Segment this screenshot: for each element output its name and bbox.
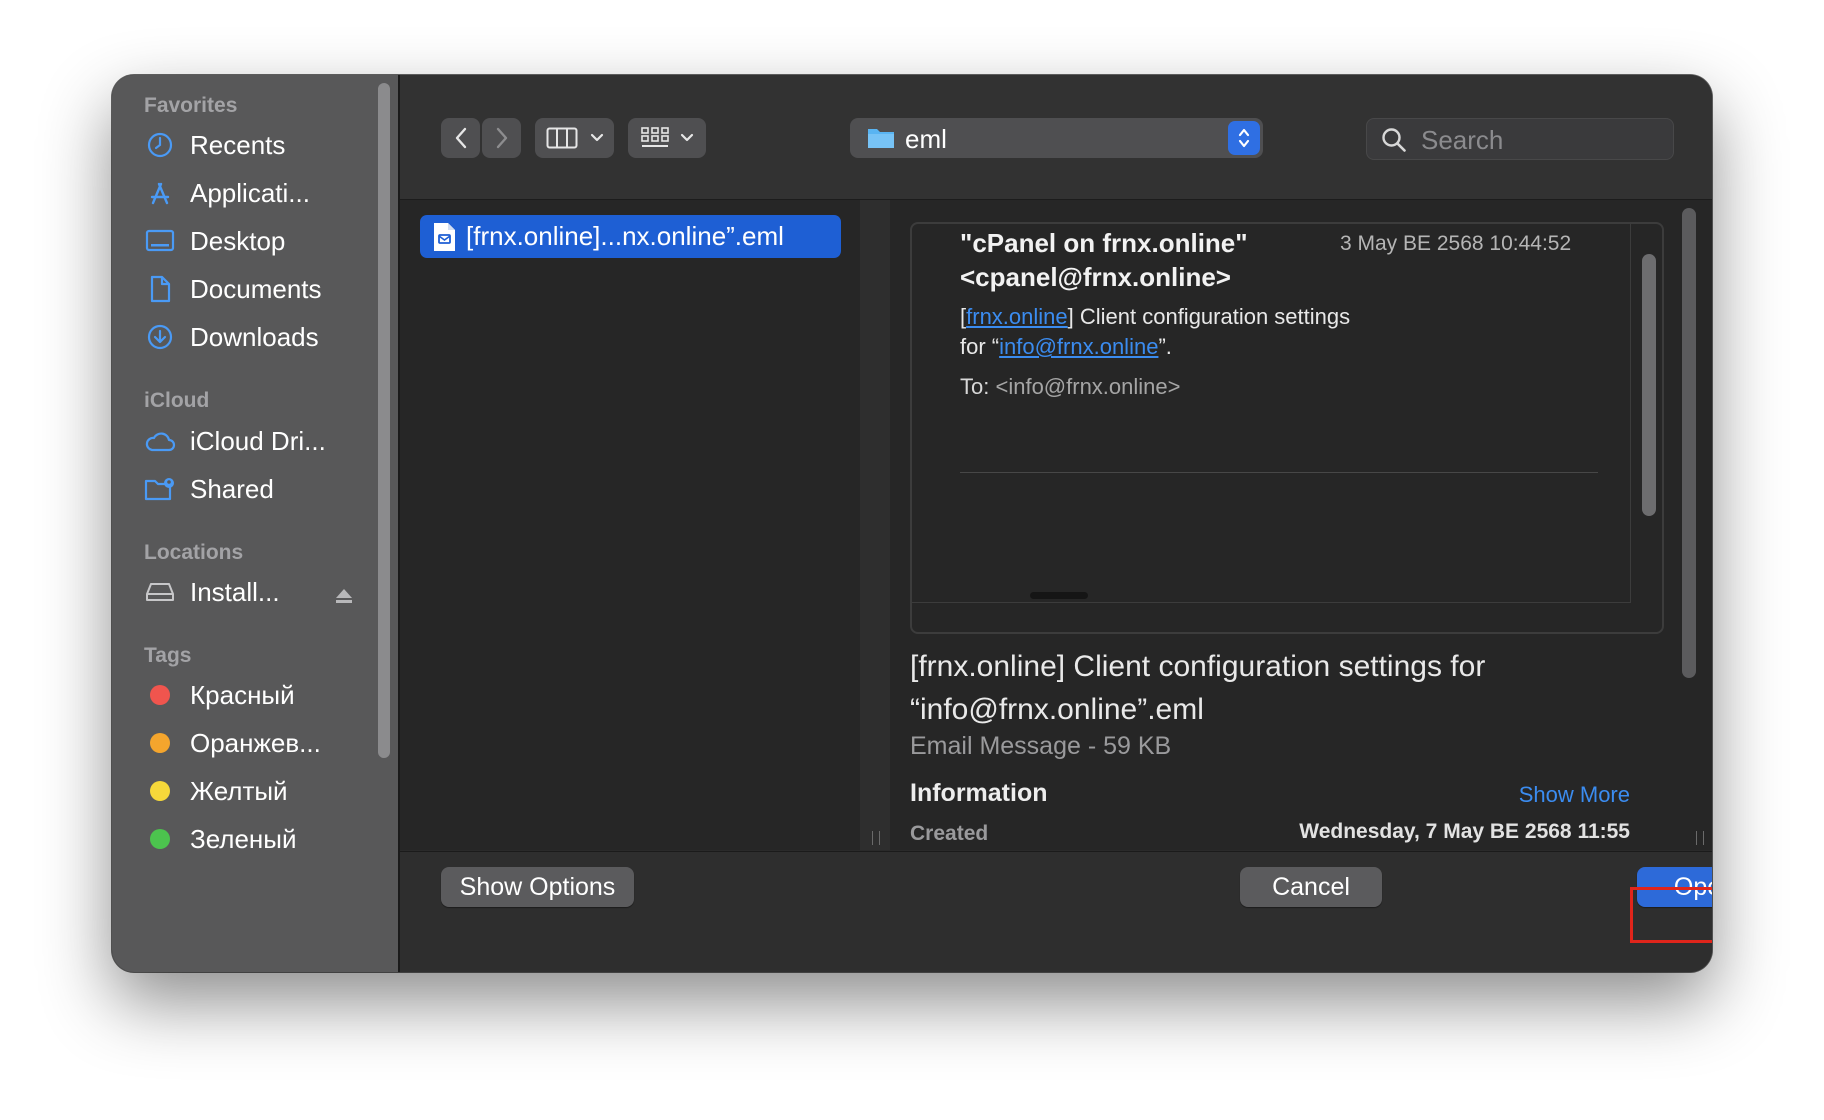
- file-row-selected[interactable]: [frnx.online]...nx.online”.eml: [420, 215, 841, 258]
- sidebar-item-label: Shared: [190, 473, 274, 504]
- sidebar-item-downloads[interactable]: Downloads: [144, 315, 319, 359]
- email-preview-content: "cPanel on frnx.online" <cpanel@frnx.onl…: [912, 224, 1631, 603]
- email-date: 3 May BE 2568 10:44:52: [1340, 232, 1572, 255]
- email-link[interactable]: info@frnx.online: [999, 334, 1158, 359]
- sidebar-item-label: Оранжев...: [190, 727, 321, 758]
- sidebar-item-label: Desktop: [190, 225, 286, 256]
- email-recipient: To: <info@frnx.online>: [960, 374, 1181, 400]
- email-file-icon: [434, 222, 455, 251]
- to-address: <info@frnx.online>: [995, 374, 1181, 399]
- forward-button[interactable]: [482, 118, 521, 158]
- sidebar-item-documents[interactable]: Documents: [144, 267, 322, 311]
- orange-tag-icon: [150, 733, 170, 753]
- sidebar-tag-orange[interactable]: Оранжев...: [144, 721, 321, 765]
- chevron-left-icon: [455, 127, 466, 149]
- column-divider[interactable]: [860, 200, 890, 850]
- sidebar-item-desktop[interactable]: Desktop: [144, 219, 285, 263]
- grid-group-icon: [641, 127, 669, 147]
- created-value: Wednesday, 7 May BE 2568 11:55: [1299, 820, 1630, 843]
- preview-resize-handle[interactable]: [1696, 831, 1704, 845]
- sidebar-item-label: Documents: [190, 273, 322, 304]
- sidebar: Favorites Recents Applicati... Desktop D…: [112, 75, 400, 972]
- shared-folder-icon: [144, 473, 176, 505]
- column-resize-handle[interactable]: [872, 831, 880, 845]
- sidebar-item-applications[interactable]: Applicati...: [144, 171, 310, 215]
- to-label: To:: [960, 374, 990, 399]
- cancel-button[interactable]: Cancel: [1240, 867, 1382, 907]
- popup-stepper[interactable]: [1228, 121, 1260, 155]
- sidebar-item-label: Recents: [190, 129, 286, 160]
- document-icon: [144, 273, 176, 305]
- disk-icon: [144, 576, 176, 608]
- applications-icon: [144, 177, 176, 209]
- email-subject: [frnx.online] Client configuration setti…: [960, 302, 1380, 362]
- search-placeholder: Search: [1421, 125, 1504, 155]
- preview-scrollbar[interactable]: [1682, 208, 1696, 678]
- download-icon: [144, 321, 176, 353]
- path-label: eml: [905, 124, 947, 154]
- email-divider: [960, 472, 1598, 473]
- folder-icon: [868, 129, 894, 148]
- columns-view-icon: [546, 127, 577, 149]
- toolbar: eml Search: [400, 75, 1712, 200]
- preview-file-name: [frnx.online] Client configuration setti…: [910, 650, 1486, 726]
- preview-file-kind: Email Message - 59 KB: [910, 732, 1172, 760]
- chevron-down-icon: [590, 133, 603, 142]
- thumbnail-horizontal-scrollbar[interactable]: [1030, 592, 1088, 599]
- sidebar-item-label: Зеленый: [190, 823, 297, 854]
- open-button-highlight: [1630, 887, 1712, 943]
- created-label: Created: [910, 822, 989, 845]
- preview-pane: "cPanel on frnx.online" <cpanel@frnx.onl…: [890, 200, 1712, 850]
- show-more-link[interactable]: Show More: [1519, 782, 1630, 808]
- sidebar-item-label: Downloads: [190, 321, 319, 352]
- search-icon: [1382, 128, 1406, 152]
- file-row-label: [frnx.online]...nx.online”.eml: [466, 221, 784, 251]
- red-tag-icon: [150, 685, 170, 705]
- show-options-button[interactable]: Show Options: [441, 867, 634, 907]
- sidebar-item-icloud-drive[interactable]: iCloud Dri...: [144, 419, 326, 463]
- sidebar-item-label: Красный: [190, 679, 295, 710]
- up-down-chevron-icon: [1238, 128, 1250, 148]
- sidebar-item-recents[interactable]: Recents: [144, 123, 285, 167]
- domain-link[interactable]: frnx.online: [966, 304, 1068, 329]
- clock-icon: [144, 129, 176, 161]
- chevron-right-icon: [496, 127, 507, 149]
- email-preview-thumbnail: "cPanel on frnx.online" <cpanel@frnx.onl…: [910, 222, 1664, 634]
- open-file-dialog: Favorites Recents Applicati... Desktop D…: [112, 75, 1712, 972]
- eject-icon[interactable]: [334, 581, 354, 612]
- desktop-icon: [144, 225, 176, 257]
- sidebar-item-label: iCloud Dri...: [190, 425, 326, 456]
- sidebar-item-label: Applicati...: [190, 177, 310, 208]
- sidebar-tag-yellow[interactable]: Желтый: [144, 769, 288, 813]
- group-button[interactable]: [628, 118, 706, 158]
- thumbnail-vertical-scrollbar[interactable]: [1642, 254, 1656, 516]
- tags-heading: Tags: [144, 644, 192, 667]
- sidebar-item-install-disk[interactable]: Install...: [144, 570, 364, 614]
- sidebar-scrollbar[interactable]: [378, 83, 390, 758]
- information-heading: Information: [910, 779, 1048, 807]
- chevron-down-icon: [680, 133, 694, 142]
- sidebar-tag-green[interactable]: Зеленый: [144, 817, 297, 861]
- dialog-footer: Show Options Cancel Open: [400, 851, 1712, 972]
- locations-heading: Locations: [144, 541, 244, 564]
- sidebar-item-shared[interactable]: Shared: [144, 467, 274, 511]
- sidebar-tag-red[interactable]: Красный: [144, 673, 295, 717]
- yellow-tag-icon: [150, 781, 170, 801]
- sidebar-item-label: Желтый: [190, 775, 288, 806]
- search-field[interactable]: Search: [1366, 118, 1674, 160]
- file-column: [frnx.online]...nx.online”.eml: [400, 200, 861, 850]
- main-panel: eml Search [frnx.online]...nx.online”.em…: [400, 75, 1712, 972]
- green-tag-icon: [150, 829, 170, 849]
- path-popup[interactable]: eml: [850, 118, 1263, 158]
- icloud-heading: iCloud: [144, 389, 210, 412]
- sidebar-item-label: Install...: [190, 576, 280, 607]
- view-mode-button[interactable]: [535, 118, 614, 158]
- subject-part: ”.: [1158, 334, 1172, 359]
- cloud-icon: [144, 425, 176, 457]
- favorites-heading: Favorites: [144, 94, 238, 117]
- email-sender: "cPanel on frnx.online" <cpanel@frnx.onl…: [960, 228, 1248, 292]
- back-button[interactable]: [441, 118, 480, 158]
